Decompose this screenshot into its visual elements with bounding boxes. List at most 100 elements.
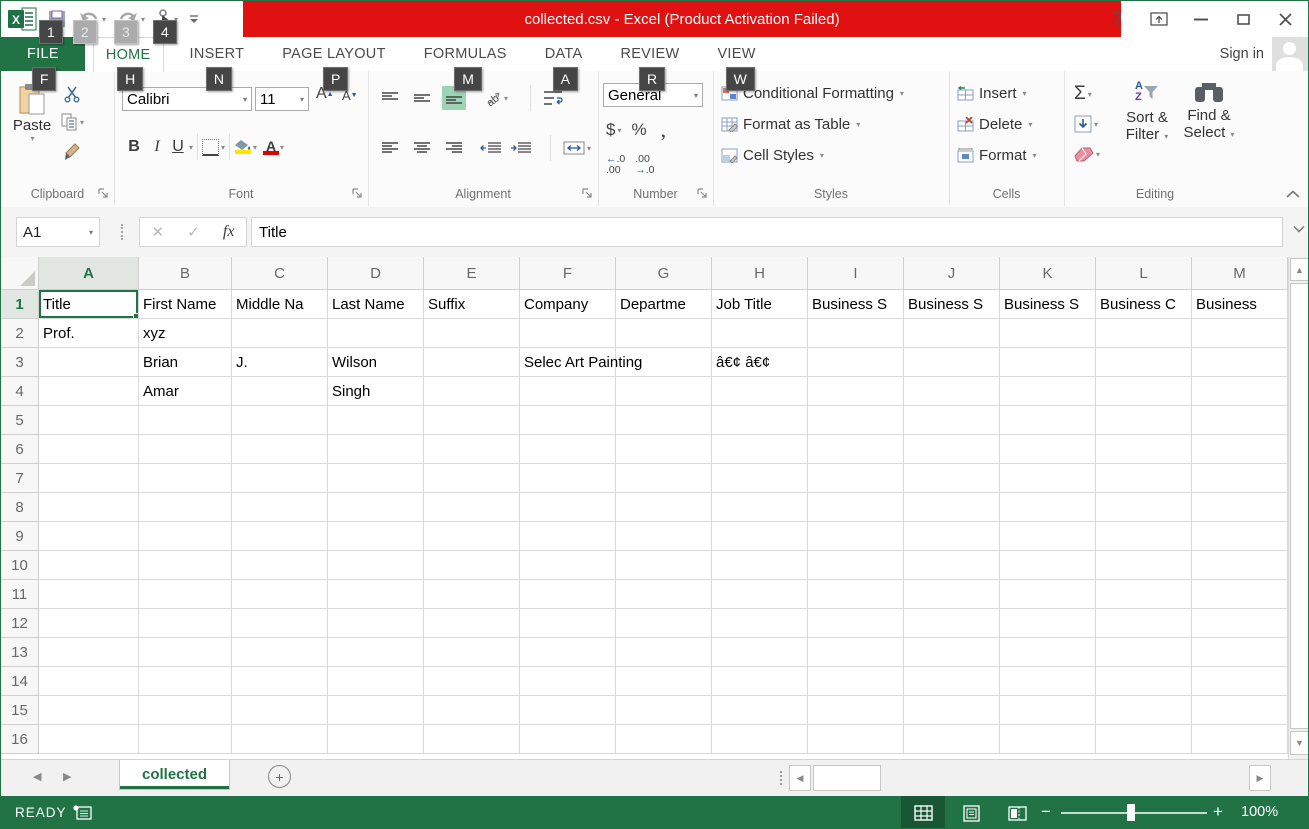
cell-A4[interactable] bbox=[39, 377, 139, 406]
cell-M2[interactable] bbox=[1192, 319, 1288, 348]
scroll-left-button[interactable]: ◀ bbox=[789, 765, 811, 791]
cell-D15[interactable] bbox=[328, 696, 424, 725]
new-sheet-button[interactable]: + bbox=[268, 765, 291, 788]
bold-button[interactable]: B bbox=[122, 138, 146, 156]
cell-A7[interactable] bbox=[39, 464, 139, 493]
merge-center-dropdown-arrow[interactable]: ▾ bbox=[587, 144, 591, 153]
cell-L7[interactable] bbox=[1096, 464, 1192, 493]
cell-G7[interactable] bbox=[616, 464, 712, 493]
orientation-button[interactable]: ab ▾ bbox=[484, 90, 508, 106]
increase-decimal-button[interactable]: ←←.0.0.00 bbox=[606, 154, 625, 176]
cell-D5[interactable] bbox=[328, 406, 424, 435]
cell-M4[interactable] bbox=[1192, 377, 1288, 406]
cell-E15[interactable] bbox=[424, 696, 520, 725]
cell-A14[interactable] bbox=[39, 667, 139, 696]
cell-B2[interactable]: xyz bbox=[139, 319, 232, 348]
cell-I6[interactable] bbox=[808, 435, 904, 464]
cell-J6[interactable] bbox=[904, 435, 1000, 464]
cell-E13[interactable] bbox=[424, 638, 520, 667]
cell-I8[interactable] bbox=[808, 493, 904, 522]
cell-G10[interactable] bbox=[616, 551, 712, 580]
cell-E1[interactable]: Suffix bbox=[424, 290, 520, 319]
fill-handle[interactable] bbox=[133, 313, 139, 319]
cell-L2[interactable] bbox=[1096, 319, 1192, 348]
font-color-button[interactable]: A bbox=[263, 140, 279, 155]
cell-K2[interactable] bbox=[1000, 319, 1096, 348]
cell-D12[interactable] bbox=[328, 609, 424, 638]
column-header-C[interactable]: C bbox=[232, 257, 328, 290]
cell-H12[interactable] bbox=[712, 609, 808, 638]
tab-view[interactable]: VIEW bbox=[705, 37, 767, 71]
row-header-13[interactable]: 13 bbox=[1, 638, 39, 667]
cell-H1[interactable]: Job Title bbox=[712, 290, 808, 319]
cell-J5[interactable] bbox=[904, 406, 1000, 435]
cell-styles-button[interactable]: Cell Styles ▾ bbox=[721, 147, 824, 164]
cell-C11[interactable] bbox=[232, 580, 328, 609]
column-header-L[interactable]: L bbox=[1096, 257, 1192, 290]
row-header-10[interactable]: 10 bbox=[1, 551, 39, 580]
cell-A15[interactable] bbox=[39, 696, 139, 725]
font-color-dropdown-arrow[interactable]: ▾ bbox=[280, 143, 284, 152]
percent-style-button[interactable]: % bbox=[631, 120, 646, 140]
scroll-right-button[interactable]: ▶ bbox=[1249, 765, 1271, 791]
account-avatar[interactable] bbox=[1272, 37, 1308, 71]
cell-J1[interactable]: Business S bbox=[904, 290, 1000, 319]
number-dialog-launcher[interactable] bbox=[697, 188, 709, 200]
column-header-B[interactable]: B bbox=[139, 257, 232, 290]
cell-E11[interactable] bbox=[424, 580, 520, 609]
cell-B10[interactable] bbox=[139, 551, 232, 580]
cell-C10[interactable] bbox=[232, 551, 328, 580]
orientation-dropdown-arrow[interactable]: ▾ bbox=[504, 94, 508, 103]
cell-A8[interactable] bbox=[39, 493, 139, 522]
autosum-button[interactable]: Σ ▾ bbox=[1074, 83, 1092, 105]
sheet-nav-next-icon[interactable]: ▶ bbox=[63, 770, 71, 783]
cell-K11[interactable] bbox=[1000, 580, 1096, 609]
cell-E2[interactable] bbox=[424, 319, 520, 348]
cell-B9[interactable] bbox=[139, 522, 232, 551]
ribbon-display-options-button[interactable] bbox=[1138, 1, 1180, 37]
row-header-3[interactable]: 3 bbox=[1, 348, 39, 377]
cell-C4[interactable] bbox=[232, 377, 328, 406]
cell-J15[interactable] bbox=[904, 696, 1000, 725]
align-middle-button[interactable] bbox=[410, 86, 434, 110]
cell-J14[interactable] bbox=[904, 667, 1000, 696]
cell-K9[interactable] bbox=[1000, 522, 1096, 551]
cell-L3[interactable] bbox=[1096, 348, 1192, 377]
cell-B16[interactable] bbox=[139, 725, 232, 754]
copy-button[interactable]: ▾ bbox=[61, 113, 84, 132]
cell-A11[interactable] bbox=[39, 580, 139, 609]
increase-indent-button[interactable] bbox=[510, 141, 532, 155]
zoom-in-button[interactable]: + bbox=[1213, 802, 1223, 822]
align-top-button[interactable] bbox=[378, 86, 402, 110]
cell-L13[interactable] bbox=[1096, 638, 1192, 667]
cell-I10[interactable] bbox=[808, 551, 904, 580]
redo-dropdown-arrow[interactable]: ▾ bbox=[141, 15, 145, 24]
undo-button[interactable]: ▾ 2 bbox=[75, 4, 108, 34]
copy-dropdown-arrow[interactable]: ▾ bbox=[80, 118, 84, 127]
row-header-14[interactable]: 14 bbox=[1, 667, 39, 696]
cell-I7[interactable] bbox=[808, 464, 904, 493]
cell-F10[interactable] bbox=[520, 551, 616, 580]
cell-B8[interactable] bbox=[139, 493, 232, 522]
row-header-1[interactable]: 1 bbox=[1, 290, 39, 319]
cell-I3[interactable] bbox=[808, 348, 904, 377]
cell-A3[interactable] bbox=[39, 348, 139, 377]
zoom-slider-thumb[interactable] bbox=[1127, 804, 1135, 821]
cell-H11[interactable] bbox=[712, 580, 808, 609]
accounting-format-button[interactable]: $ ▾ bbox=[606, 120, 621, 140]
cell-A2[interactable]: Prof. bbox=[39, 319, 139, 348]
format-cells-button[interactable]: Format ▾ bbox=[957, 147, 1037, 164]
cell-E10[interactable] bbox=[424, 551, 520, 580]
cell-M3[interactable] bbox=[1192, 348, 1288, 377]
cell-K10[interactable] bbox=[1000, 551, 1096, 580]
cell-A16[interactable] bbox=[39, 725, 139, 754]
comma-style-button[interactable]: , bbox=[661, 117, 667, 143]
column-header-I[interactable]: I bbox=[808, 257, 904, 290]
cell-G15[interactable] bbox=[616, 696, 712, 725]
name-box-dropdown-arrow[interactable]: ▾ bbox=[89, 228, 93, 237]
cell-D10[interactable] bbox=[328, 551, 424, 580]
cell-A10[interactable] bbox=[39, 551, 139, 580]
cut-button[interactable] bbox=[63, 85, 81, 103]
cell-H2[interactable] bbox=[712, 319, 808, 348]
sort-filter-button[interactable]: AZ Sort & Filter ▾ bbox=[1118, 81, 1176, 143]
